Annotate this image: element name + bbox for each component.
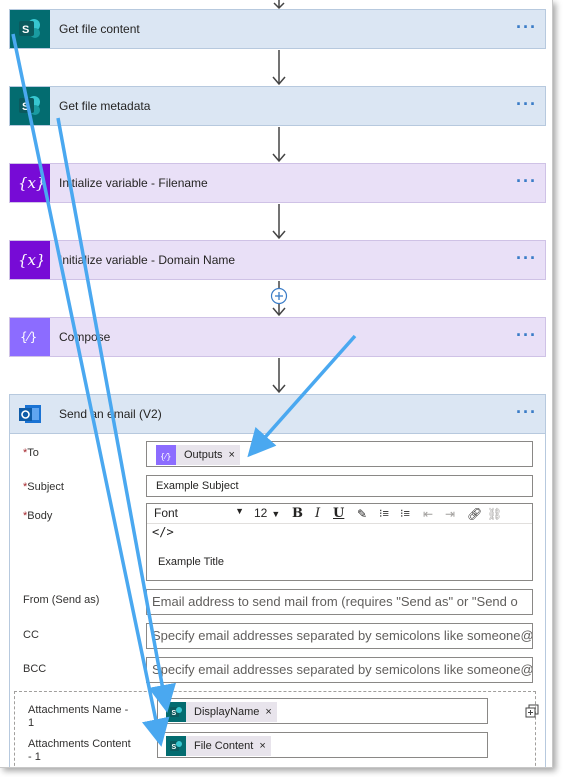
action-title: Compose — [59, 330, 111, 344]
send-email-form: *To {⁄} Outputs × *Subject Example Subje… — [9, 434, 546, 767]
svg-text:{⁄}: {⁄} — [160, 452, 172, 461]
bcc-field[interactable]: Specify email addresses separated by sem… — [146, 657, 533, 683]
action-initialize-variable-domain-name[interactable]: {x} Initialize variable - Domain Name ··… — [9, 240, 546, 280]
more-options-icon[interactable]: ··· — [516, 87, 537, 121]
attachments-name-field[interactable]: S DisplayName × — [157, 698, 488, 724]
to-label: *To — [23, 447, 39, 459]
cc-placeholder: Specify email addresses separated by sem… — [152, 628, 532, 643]
file-content-token[interactable]: S File Content × — [166, 736, 271, 756]
chevron-down-icon: ▼ — [235, 506, 244, 516]
svg-text:S: S — [172, 744, 177, 751]
insert-step-icon[interactable] — [270, 287, 288, 305]
attachments-name-label: Attachments Name -1 — [28, 704, 129, 729]
more-options-icon[interactable]: ··· — [516, 241, 537, 275]
italic-icon[interactable]: I — [315, 505, 320, 523]
body-content: Example Title — [158, 556, 225, 568]
sharepoint-icon: S — [166, 702, 186, 722]
remove-token-icon[interactable]: × — [257, 740, 270, 752]
font-size-select[interactable]: 12 ▼ — [254, 506, 284, 520]
attachments-section: Attachments Name -1 S DisplayName × Atta… — [14, 691, 539, 767]
code-view-icon[interactable]: </> — [152, 525, 174, 539]
bold-icon[interactable]: B — [292, 505, 303, 523]
variable-icon: {x} — [10, 164, 50, 202]
switch-to-input-array-icon[interactable] — [525, 704, 539, 718]
svg-text:{x}: {x} — [18, 251, 43, 269]
action-title: Get file content — [59, 22, 140, 36]
bulleted-list-icon[interactable]: ⁝≡ — [379, 505, 389, 523]
outputs-token[interactable]: {⁄} Outputs × — [156, 445, 240, 465]
token-label: File Content — [194, 740, 254, 752]
body-editor[interactable]: Font ▼ 12 ▼ B I U ✎ ⁝≡ ⁝≡ ⇤ ⇥ 🔗︎ ⛓︎ </> Ex… — [146, 503, 533, 581]
attachments-content-field[interactable]: S File Content × — [157, 732, 488, 758]
sharepoint-icon: S — [166, 736, 186, 756]
attachments-content-label: Attachments Content - 1 — [28, 738, 131, 763]
action-title: Initialize variable - Domain Name — [59, 253, 236, 267]
more-options-icon[interactable]: ··· — [516, 395, 537, 429]
font-select[interactable]: Font ▼ — [154, 506, 244, 522]
subject-field[interactable]: Example Subject — [146, 475, 533, 497]
action-send-an-email[interactable]: Send an email (V2) ··· — [9, 394, 546, 434]
action-get-file-metadata[interactable]: S Get file metadata ··· — [9, 86, 546, 126]
action-title: Send an email (V2) — [59, 407, 162, 421]
cc-label: CC — [23, 629, 39, 641]
editor-toolbar: Font ▼ 12 ▼ B I U ✎ ⁝≡ ⁝≡ ⇤ ⇥ 🔗︎ ⛓︎ — [147, 504, 532, 524]
connector-arrow — [272, 358, 286, 394]
from-field[interactable]: Email address to send mail from (require… — [146, 589, 533, 615]
numbered-list-icon[interactable]: ⁝≡ — [400, 505, 410, 523]
remove-token-icon[interactable]: × — [263, 706, 276, 718]
svg-text:S: S — [22, 24, 29, 36]
svg-text:S: S — [22, 101, 29, 113]
token-label: DisplayName — [194, 706, 260, 718]
action-compose[interactable]: {⁄} Compose ··· — [9, 317, 546, 357]
cc-field[interactable]: Specify email addresses separated by sem… — [146, 623, 533, 649]
increase-indent-icon[interactable]: ⇥ — [445, 505, 455, 523]
more-options-icon[interactable]: ··· — [516, 10, 537, 44]
token-label: Outputs — [184, 449, 223, 461]
from-placeholder: Email address to send mail from (require… — [152, 594, 518, 609]
svg-text:S: S — [172, 710, 177, 717]
action-get-file-content[interactable]: S Get file content ··· — [9, 9, 546, 49]
connector-arrow — [272, 127, 286, 163]
subject-label: *Subject — [23, 481, 64, 493]
flow-canvas: S Get file content ··· S Get file metada… — [0, 0, 553, 768]
decrease-indent-icon[interactable]: ⇤ — [423, 505, 433, 523]
bcc-placeholder: Specify email addresses separated by sem… — [152, 662, 532, 677]
action-title: Initialize variable - Filename — [59, 176, 208, 190]
more-options-icon[interactable]: ··· — [516, 318, 537, 352]
body-label: *Body — [23, 510, 53, 522]
highlight-icon[interactable]: ✎ — [357, 505, 367, 523]
action-title: Get file metadata — [59, 99, 151, 113]
to-field[interactable]: {⁄} Outputs × — [146, 441, 533, 467]
displayname-token[interactable]: S DisplayName × — [166, 702, 277, 722]
outlook-icon — [10, 395, 50, 433]
connector-arrow — [272, 204, 286, 240]
compose-icon: {⁄} — [10, 318, 50, 356]
unlink-icon[interactable]: ⛓︎ — [487, 505, 502, 523]
link-icon[interactable]: 🔗︎ — [467, 505, 482, 523]
compose-icon: {⁄} — [156, 445, 176, 465]
remove-token-icon[interactable]: × — [227, 449, 240, 461]
svg-text:{⁄}: {⁄} — [20, 330, 37, 344]
action-initialize-variable-filename[interactable]: {x} Initialize variable - Filename ··· — [9, 163, 546, 203]
connector-arrow — [272, 50, 286, 86]
from-label: From (Send as) — [23, 594, 100, 606]
subject-value: Example Subject — [156, 480, 239, 492]
more-options-icon[interactable]: ··· — [516, 164, 537, 198]
underline-icon[interactable]: U — [333, 505, 344, 523]
sharepoint-icon: S — [10, 87, 50, 125]
chevron-down-icon: ▼ — [271, 509, 281, 519]
svg-text:{x}: {x} — [18, 174, 43, 192]
bcc-label: BCC — [23, 663, 47, 675]
sharepoint-icon: S — [10, 10, 50, 48]
variable-icon: {x} — [10, 241, 50, 279]
